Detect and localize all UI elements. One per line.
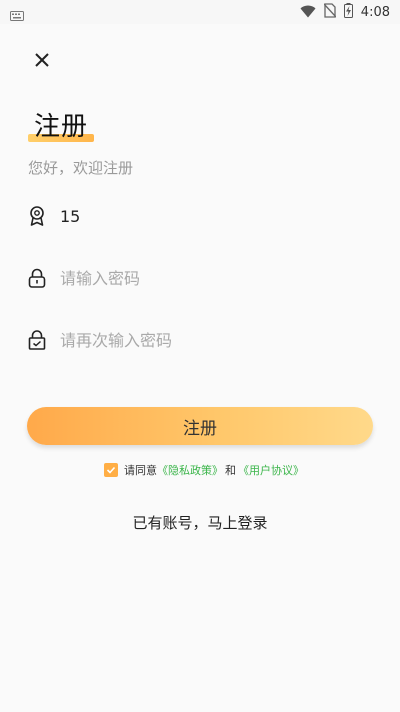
lock-icon <box>26 267 48 289</box>
keyboard-icon <box>10 6 24 21</box>
user-agreement-link[interactable]: 《用户协议》 <box>238 462 304 478</box>
password-field <box>26 260 376 296</box>
close-button[interactable] <box>28 46 56 74</box>
battery-charging-icon <box>343 2 353 22</box>
password-input[interactable] <box>60 263 350 293</box>
lock-check-icon <box>26 329 48 351</box>
user-badge-icon <box>26 205 48 227</box>
page-title: 注册 <box>34 112 89 142</box>
agreement-checkbox[interactable] <box>104 463 118 477</box>
check-icon <box>106 466 116 474</box>
wifi-icon <box>300 3 316 22</box>
confirm-password-input[interactable] <box>60 325 350 355</box>
confirm-password-field <box>26 322 376 358</box>
account-input[interactable] <box>60 201 350 231</box>
agreement-prefix: 请同意 <box>124 464 157 477</box>
status-bar: 4:08 <box>0 0 400 24</box>
status-time: 4:08 <box>360 4 390 20</box>
login-link[interactable]: 已有账号，马上登录 <box>0 512 400 533</box>
privacy-policy-link[interactable]: 《隐私政策》 <box>157 462 223 478</box>
register-button[interactable]: 注册 <box>27 407 373 445</box>
agreement-and: 和 <box>225 464 236 477</box>
page-title-block: 注册 <box>28 106 98 146</box>
page-subtitle: 您好，欢迎注册 <box>28 159 134 177</box>
account-field <box>26 198 376 234</box>
no-sim-icon <box>323 2 337 22</box>
close-icon <box>35 53 49 67</box>
agreement-row: 请同意 《隐私政策》 和 《用户协议》 <box>104 462 304 478</box>
